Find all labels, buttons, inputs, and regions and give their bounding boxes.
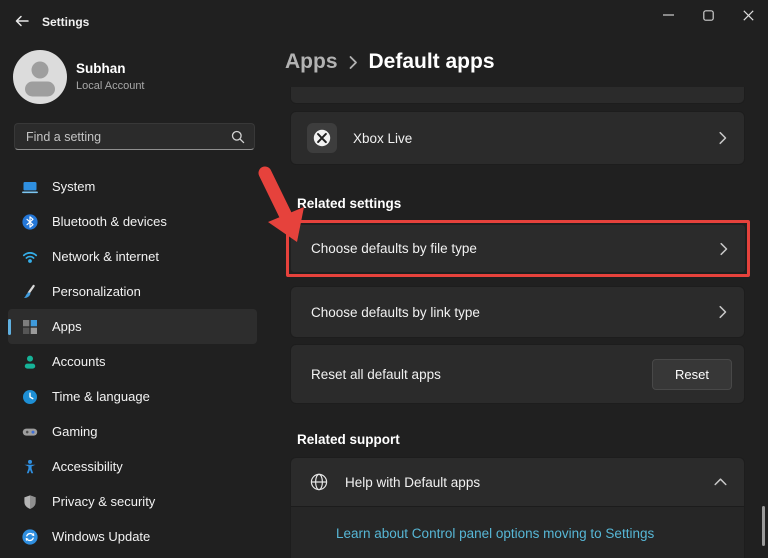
help-expander-card: Help with Default apps Learn about Contr… (290, 457, 745, 558)
sidebar-item-time-language[interactable]: Time & language (8, 379, 257, 414)
sidebar-item-system[interactable]: System (8, 169, 257, 204)
back-arrow-icon (14, 14, 30, 28)
person-icon (13, 50, 67, 104)
maximize-button[interactable] (693, 4, 723, 26)
sidebar-item-label: Personalization (52, 284, 141, 299)
minimize-button[interactable] (653, 4, 683, 26)
sidebar-item-gaming[interactable]: Gaming (8, 414, 257, 449)
related-support-heading: Related support (297, 432, 400, 447)
xbox-icon (307, 123, 337, 153)
sidebar-item-label: Time & language (52, 389, 150, 404)
profile-account-type: Local Account (76, 80, 145, 92)
sidebar-item-privacy-security[interactable]: Privacy & security (8, 484, 257, 519)
sidebar-item-label: Gaming (52, 424, 98, 439)
help-with-default-apps-row[interactable]: Help with Default apps (291, 458, 744, 506)
sidebar-item-windows-update[interactable]: Windows Update (8, 519, 257, 554)
row-label: Xbox Live (353, 131, 412, 146)
chevron-right-icon (720, 242, 728, 255)
accessibility-person-icon (22, 459, 38, 475)
bluetooth-icon (22, 214, 38, 230)
sidebar-item-apps[interactable]: Apps (8, 309, 257, 344)
sidebar-item-label: Network & internet (52, 249, 159, 264)
sidebar-nav: System Bluetooth & devices Network & int… (8, 169, 257, 554)
breadcrumb-parent[interactable]: Apps (285, 50, 338, 74)
minimize-icon (663, 14, 674, 16)
shield-icon (22, 494, 38, 510)
sidebar-item-personalization[interactable]: Personalization (8, 274, 257, 309)
vertical-scrollbar-thumb[interactable] (762, 506, 765, 546)
search-box[interactable] (14, 123, 255, 150)
row-label: Choose defaults by file type (311, 241, 477, 256)
sidebar-item-label: System (52, 179, 95, 194)
maximize-icon (703, 10, 714, 21)
globe-icon (310, 473, 328, 491)
sidebar-item-label: Accessibility (52, 459, 123, 474)
profile-name: Subhan (76, 61, 126, 76)
window-title: Settings (42, 15, 89, 29)
system-icon (22, 179, 38, 195)
chevron-right-icon (719, 306, 727, 319)
help-expanded-content: Learn about Control panel options moving… (291, 506, 744, 558)
gamepad-icon (22, 424, 38, 440)
reset-all-default-apps-row: Reset all default apps Reset (290, 344, 745, 404)
close-icon (743, 10, 754, 21)
row-label: Reset all default apps (311, 367, 441, 382)
settings-window: Settings Subhan Local Account (0, 0, 768, 558)
breadcrumb: Apps Default apps (285, 50, 495, 74)
xbox-live-row[interactable]: Xbox Live (290, 111, 745, 165)
search-icon (231, 130, 245, 144)
clipped-list-row[interactable] (290, 87, 745, 104)
close-button[interactable] (733, 4, 763, 26)
sidebar-item-network-internet[interactable]: Network & internet (8, 239, 257, 274)
sidebar-item-label: Windows Update (52, 529, 150, 544)
back-button[interactable] (12, 12, 32, 30)
sidebar-item-label: Bluetooth & devices (52, 214, 167, 229)
choose-defaults-by-link-type-row[interactable]: Choose defaults by link type (290, 286, 745, 338)
row-label: Help with Default apps (345, 475, 480, 490)
annotation-highlight-box: Choose defaults by file type (286, 220, 750, 277)
sidebar-item-accounts[interactable]: Accounts (8, 344, 257, 379)
sidebar-item-bluetooth-devices[interactable]: Bluetooth & devices (8, 204, 257, 239)
control-panel-options-link[interactable]: Learn about Control panel options moving… (336, 526, 654, 541)
reset-button[interactable]: Reset (652, 359, 732, 390)
breadcrumb-chevron-icon (349, 55, 358, 70)
sidebar-item-accessibility[interactable]: Accessibility (8, 449, 257, 484)
row-label: Choose defaults by link type (311, 305, 480, 320)
sidebar-item-label: Accounts (52, 354, 105, 369)
wifi-icon (22, 249, 38, 265)
page-title: Default apps (369, 50, 495, 74)
sidebar-item-label: Privacy & security (52, 494, 155, 509)
search-input[interactable] (15, 124, 231, 149)
accounts-person-icon (22, 354, 38, 370)
clock-icon (22, 389, 38, 405)
apps-icon (22, 319, 38, 335)
chevron-up-icon (714, 478, 727, 486)
related-settings-heading: Related settings (297, 196, 401, 211)
avatar (13, 50, 67, 104)
selected-indicator (8, 319, 11, 335)
sidebar-item-label: Apps (52, 319, 82, 334)
choose-defaults-by-file-type-row[interactable]: Choose defaults by file type (291, 225, 745, 272)
paintbrush-icon (22, 284, 38, 300)
chevron-right-icon (719, 132, 727, 145)
windows-update-icon (22, 529, 38, 545)
